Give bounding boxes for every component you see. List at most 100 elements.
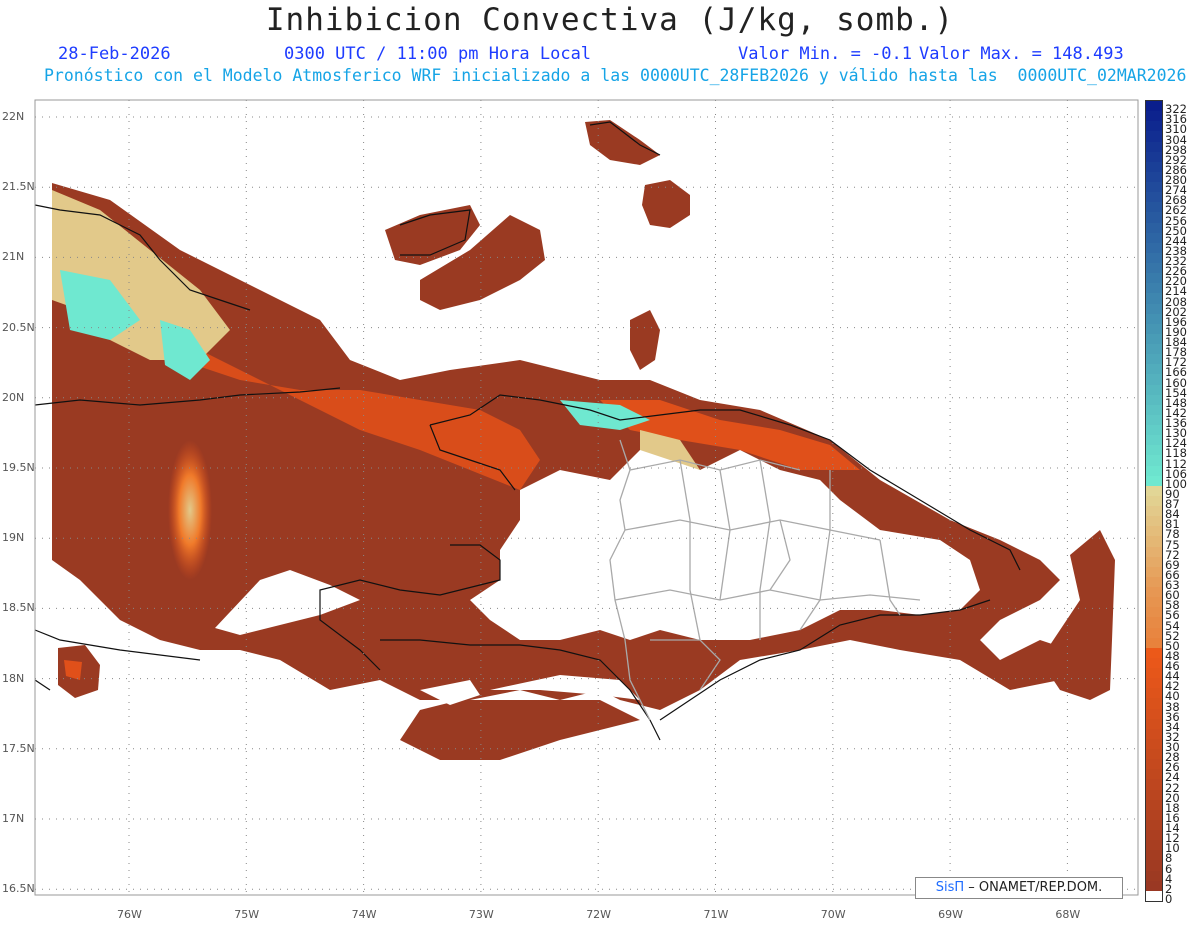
credit-text: – ONAMET/REP.DOM. xyxy=(964,880,1103,895)
colorbar-segment xyxy=(1146,131,1162,142)
colorbar-segment xyxy=(1146,506,1162,517)
colorbar-segment xyxy=(1146,161,1162,173)
colorbar-segment xyxy=(1146,212,1162,224)
colorbar-segment xyxy=(1146,263,1162,274)
lon-label: 72W xyxy=(586,908,612,921)
colorbar-segment xyxy=(1146,840,1162,851)
lon-label: 68W xyxy=(1055,908,1081,921)
lon-label: 70W xyxy=(820,908,846,921)
colorbar-segment xyxy=(1146,587,1162,598)
colorbar-segment xyxy=(1146,111,1162,122)
colorbar-segment xyxy=(1146,273,1162,284)
colorbar xyxy=(1145,100,1163,902)
colorbar-segment xyxy=(1146,647,1162,659)
lat-label: 21N xyxy=(2,250,25,264)
colorbar-segment xyxy=(1146,769,1162,780)
colorbar-segment xyxy=(1146,151,1162,163)
colorbar-segment xyxy=(1146,597,1162,608)
lat-label: 22N xyxy=(2,110,25,123)
colorbar-segment xyxy=(1146,425,1162,436)
colorbar-segment xyxy=(1146,870,1162,882)
lon-label: 69W xyxy=(938,908,963,921)
colorbar-segment xyxy=(1146,708,1162,720)
colorbar-segment xyxy=(1146,465,1162,477)
colorbar-segment xyxy=(1146,354,1162,365)
colorbar-segment xyxy=(1146,850,1162,861)
lat-label: 20N xyxy=(2,390,25,404)
colorbar-segment xyxy=(1146,475,1162,487)
colorbar-segment xyxy=(1146,556,1162,568)
colorbar-segment xyxy=(1146,657,1162,669)
colorbar-segment xyxy=(1146,799,1162,811)
colorbar-segment xyxy=(1146,455,1162,467)
colorbar-segment xyxy=(1146,141,1162,153)
lat-label: 18N xyxy=(2,671,25,685)
colorbar-segment xyxy=(1146,364,1162,375)
colorbar-label: 0 xyxy=(1165,892,1173,906)
lon-label: 76W xyxy=(117,908,142,921)
lat-label: 17.5N xyxy=(2,741,35,755)
colorbar-segment xyxy=(1146,536,1162,548)
colorbar-segment xyxy=(1146,435,1162,446)
colorbar-segment xyxy=(1146,202,1162,213)
colorbar-segment xyxy=(1146,192,1162,203)
colorbar-segment xyxy=(1146,445,1162,456)
colorbar-segment xyxy=(1146,718,1162,730)
colorbar-segment xyxy=(1146,414,1162,426)
colorbar-segment xyxy=(1146,698,1162,710)
colorbar-segment xyxy=(1146,779,1162,791)
colorbar-segment xyxy=(1146,313,1162,325)
colorbar-segment xyxy=(1146,880,1162,892)
lon-label: 71W xyxy=(703,908,729,921)
colorbar-segment xyxy=(1146,860,1162,872)
colorbar-segment xyxy=(1146,121,1162,132)
colorbar-segment xyxy=(1146,526,1162,537)
colorbar-segment xyxy=(1146,252,1162,264)
colorbar-segment xyxy=(1146,890,1162,902)
colorbar-segment xyxy=(1146,819,1162,831)
colorbar-segment xyxy=(1146,344,1162,355)
colorbar-segment xyxy=(1146,404,1162,416)
colorbar-segment xyxy=(1146,688,1162,699)
colorbar-segment xyxy=(1146,789,1162,801)
colorbar-segment xyxy=(1146,749,1162,760)
map-canvas xyxy=(34,99,1139,896)
lat-label: 19N xyxy=(2,531,25,545)
colorbar-segment xyxy=(1146,637,1162,649)
colorbar-segment xyxy=(1146,738,1162,750)
colorbar-segment xyxy=(1146,303,1162,315)
colorbar-segment xyxy=(1146,759,1162,770)
lon-label: 74W xyxy=(351,908,377,921)
lon-label: 73W xyxy=(468,908,494,921)
colorbar-segment xyxy=(1146,242,1162,254)
cin-field xyxy=(52,120,1115,760)
colorbar-segment xyxy=(1146,171,1162,183)
colorbar-segment xyxy=(1146,232,1162,244)
colorbar-segment xyxy=(1146,333,1162,345)
lat-label: 21.5N xyxy=(2,180,35,194)
colorbar-segment xyxy=(1146,495,1162,507)
lat-label: 19.5N xyxy=(2,461,35,474)
colorbar-segment xyxy=(1146,374,1162,386)
lat-label: 17N xyxy=(2,812,25,825)
colorbar-segment xyxy=(1146,728,1162,740)
colorbar-segment xyxy=(1146,516,1162,527)
colorbar-segment xyxy=(1146,283,1162,294)
colorbar-segment xyxy=(1146,182,1162,193)
colorbar-segment xyxy=(1146,830,1162,841)
credit-brand: SisΠ xyxy=(935,880,965,895)
colorbar-segment xyxy=(1146,394,1162,406)
colorbar-segment xyxy=(1146,607,1162,618)
lat-label: 20.5N xyxy=(2,320,35,334)
colorbar-segment xyxy=(1146,566,1162,578)
colorbar-segment xyxy=(1146,384,1162,396)
colorbar-segment xyxy=(1146,546,1162,558)
credit-box: SisΠ – ONAMET/REP.DOM. xyxy=(915,877,1123,899)
colorbar-segment xyxy=(1146,668,1162,679)
colorbar-segment xyxy=(1146,809,1162,821)
colorbar-segment xyxy=(1146,101,1162,112)
lat-label: 16.5N xyxy=(2,882,35,896)
colorbar-segment xyxy=(1146,576,1162,588)
lat-label: 18.5N xyxy=(2,601,35,615)
colorbar-segment xyxy=(1146,222,1162,234)
